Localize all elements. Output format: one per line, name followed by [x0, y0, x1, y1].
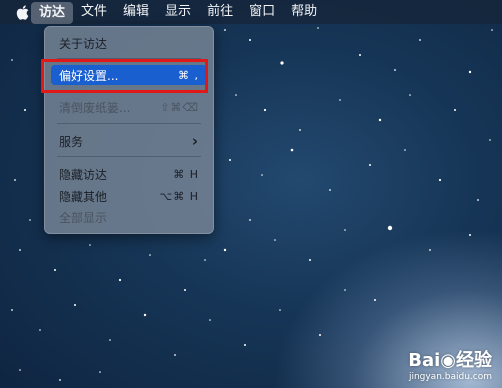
- menu-item-label: 关于访达: [59, 36, 108, 51]
- menubar-view[interactable]: 显示: [157, 0, 199, 24]
- apple-menu-icon[interactable]: [13, 0, 31, 24]
- menu-item-label: 隐藏其他: [59, 189, 108, 204]
- menubar-edit[interactable]: 编辑: [115, 0, 157, 24]
- menu-item-shortcut: ⌘ H: [173, 167, 199, 181]
- menu-item-shortcut: ⌥⌘ H: [159, 189, 199, 203]
- menu-separator: [57, 123, 201, 124]
- menu-item-hide-others[interactable]: 隐藏其他 ⌥⌘ H: [51, 186, 207, 206]
- menu-item-shortcut: ⇧⌘⌫: [160, 100, 199, 114]
- menu-separator: [57, 156, 201, 157]
- menu-item-label: 服务: [59, 134, 84, 149]
- menubar-help[interactable]: 帮助: [283, 0, 325, 24]
- menubar-file[interactable]: 文件: [73, 0, 115, 24]
- menu-item-about-finder[interactable]: 关于访达: [51, 33, 207, 53]
- menubar-go[interactable]: 前往: [199, 0, 241, 24]
- menu-item-label: 清倒废纸篓...: [59, 100, 131, 115]
- watermark-logo: Bai◉经验: [408, 350, 492, 371]
- menu-item-show-all: 全部显示: [51, 207, 207, 227]
- annotation-highlight-box: [41, 59, 208, 93]
- menu-bar: 访达 文件 编辑 显示 前往 窗口 帮助: [0, 0, 502, 24]
- menubar-window[interactable]: 窗口: [241, 0, 283, 24]
- menubar-finder[interactable]: 访达: [31, 1, 74, 24]
- baidu-jingyan-watermark: Bai◉经验 jingyan.baidu.com: [408, 346, 492, 382]
- menu-item-empty-trash: 清倒废纸篓... ⇧⌘⌫: [51, 97, 207, 117]
- menu-item-hide-finder[interactable]: 隐藏访达 ⌘ H: [51, 164, 207, 184]
- menu-item-label: 隐藏访达: [59, 167, 108, 182]
- finder-dropdown-menu: 关于访达 偏好设置... ⌘ , 清倒废纸篓... ⇧⌘⌫ 服务 › 隐藏访达 …: [44, 26, 214, 234]
- menu-item-services[interactable]: 服务 ›: [51, 131, 207, 151]
- watermark-url: jingyan.baidu.com: [408, 372, 492, 382]
- menu-item-label: 全部显示: [59, 210, 108, 225]
- chevron-right-icon: ›: [191, 132, 199, 150]
